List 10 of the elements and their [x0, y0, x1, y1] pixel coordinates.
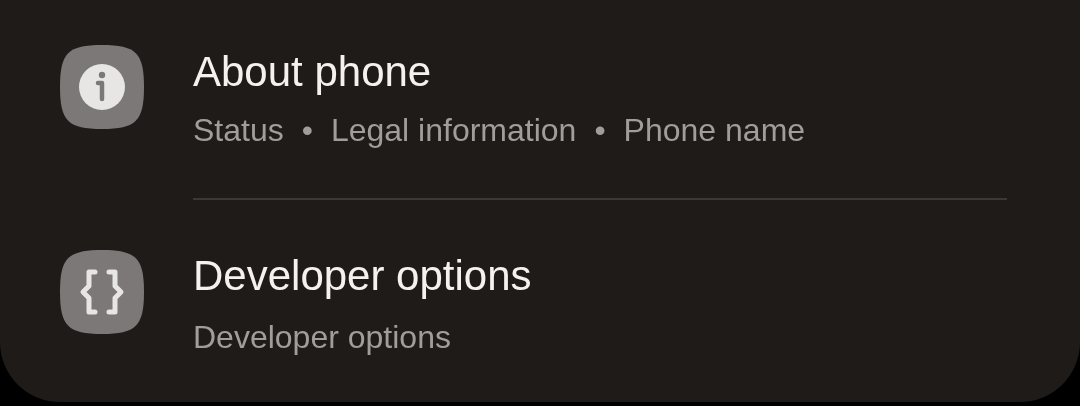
braces-icon — [60, 250, 144, 334]
setting-summary: Legal information — [330, 111, 577, 150]
setting-summary: Developer options — [193, 318, 451, 357]
separator-dot: • — [301, 111, 313, 150]
info-icon — [60, 45, 144, 129]
separator-dot: • — [594, 111, 606, 150]
setting-summary: Status — [193, 111, 284, 150]
setting-title[interactable]: About phone — [193, 46, 1007, 98]
setting-title[interactable]: Developer options — [193, 250, 1007, 302]
setting-summary: Phone name — [623, 111, 806, 150]
